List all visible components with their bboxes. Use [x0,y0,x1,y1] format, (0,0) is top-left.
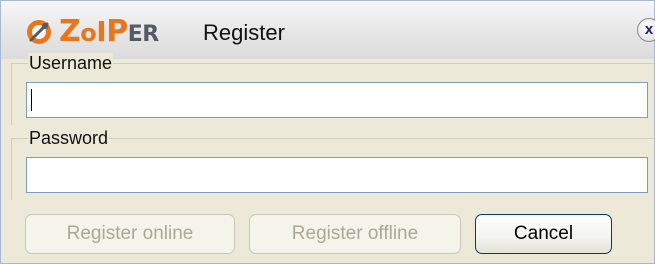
close-icon: x [644,21,654,38]
username-label: Username [28,53,114,73]
text-caret [31,89,32,111]
password-input[interactable] [26,157,648,193]
zoiper-logo: ZoIPER [25,17,159,47]
username-group: Username [11,53,655,125]
username-input[interactable] [26,82,648,118]
cancel-button[interactable]: Cancel [475,214,612,254]
password-group: Password [11,128,655,200]
password-label: Password [28,128,110,148]
button-row: Register online Register offline Cancel [1,211,654,261]
zoiper-logo-icon [27,20,51,44]
title-bar: ZoIPER Register x [1,1,655,59]
register-offline-button[interactable]: Register offline [249,214,461,254]
register-online-button[interactable]: Register online [25,214,235,254]
dialog-title: Register [203,20,285,45]
close-button[interactable]: x [637,18,655,42]
brand-wordmark: ZoIPER [59,14,159,49]
register-dialog: ZoIPER Register x Username Password Regi… [0,0,655,264]
